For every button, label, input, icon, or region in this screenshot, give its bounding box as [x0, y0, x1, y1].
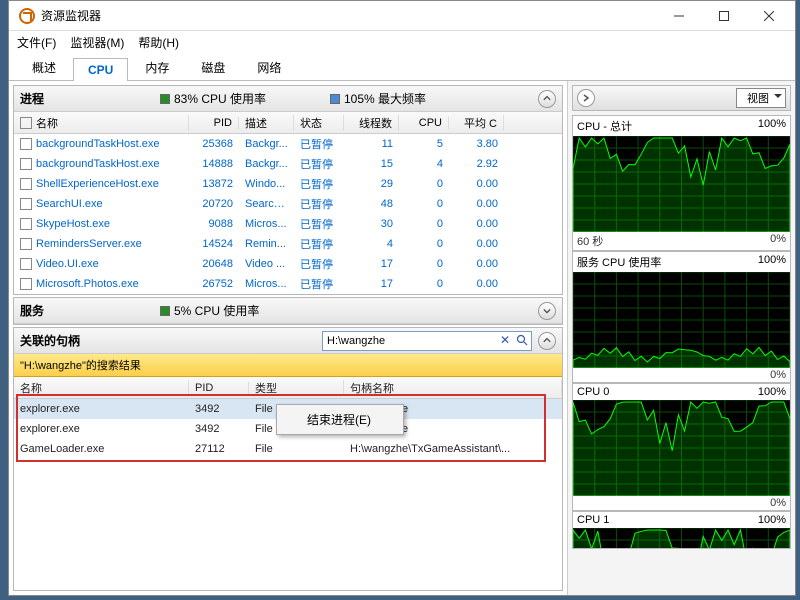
graph-title: CPU 1: [577, 514, 609, 526]
close-button[interactable]: [746, 2, 791, 30]
cpu-usage-icon: [160, 94, 170, 104]
graph-max: 100%: [758, 386, 786, 398]
search-results-bar: "H:\wangzhe"的搜索结果: [14, 354, 562, 377]
menu-help[interactable]: 帮助(H): [138, 34, 179, 51]
menu-monitor[interactable]: 监视器(M): [70, 34, 124, 51]
row-checkbox[interactable]: [20, 238, 32, 250]
col-desc[interactable]: 描述: [239, 115, 294, 131]
maximize-button[interactable]: [701, 2, 746, 30]
row-checkbox[interactable]: [20, 258, 32, 270]
max-freq-icon: [330, 94, 340, 104]
hcol-type[interactable]: 类型: [249, 380, 344, 396]
col-pid[interactable]: PID: [189, 117, 239, 129]
resource-monitor-window: 资源监视器 文件(F) 监视器(M) 帮助(H) 概述 CPU 内存 磁盘 网络…: [8, 0, 796, 596]
menu-end-process[interactable]: 结束进程(E): [279, 407, 401, 432]
graph-title: CPU 0: [577, 386, 609, 398]
cpu-graph: CPU 1 100%: [572, 511, 791, 549]
table-row[interactable]: ShellExperienceHost.exe 13872Windo...已暂停…: [14, 174, 562, 194]
processes-panel: 进程 83% CPU 使用率 105% 最大频率 名称 PID 描述 状态 线程…: [13, 85, 563, 295]
table-row[interactable]: Video.UI.exe 20648Video ...已暂停 1700.00: [14, 254, 562, 274]
graphs-column: 视图 CPU - 总计100% 60 秒0%服务 CPU 使用率100% 0%C…: [567, 81, 795, 595]
processes-header[interactable]: 进程 83% CPU 使用率 105% 最大频率: [14, 86, 562, 112]
graph-foot-right: 0%: [770, 369, 786, 381]
services-title: 服务: [20, 302, 160, 319]
hcol-name[interactable]: 名称: [14, 380, 189, 396]
col-status[interactable]: 状态: [294, 115, 344, 131]
table-row[interactable]: GameLoader.exe27112FileH:\wangzhe\TxGame…: [14, 439, 562, 459]
max-freq-label: 105% 最大频率: [344, 90, 426, 107]
handles-header[interactable]: 关联的句柄 ✕: [14, 328, 562, 354]
graph-max: 100%: [758, 118, 786, 134]
row-checkbox[interactable]: [20, 278, 32, 290]
graph-foot-right: 0%: [770, 497, 786, 509]
row-checkbox[interactable]: [20, 218, 32, 230]
tab-disk[interactable]: 磁盘: [186, 54, 240, 80]
row-checkbox[interactable]: [20, 138, 32, 150]
graphs-header: 视图: [572, 85, 791, 111]
table-row[interactable]: Microsoft.Photos.exe 26752Micros...已暂停 1…: [14, 274, 562, 294]
cpu-graph: CPU - 总计 100% 60 秒 0%: [572, 115, 791, 251]
col-avg[interactable]: 平均 C: [449, 115, 504, 131]
menu-file[interactable]: 文件(F): [17, 34, 56, 51]
table-row[interactable]: RemindersServer.exe 14524Remin...已暂停 400…: [14, 234, 562, 254]
tab-memory[interactable]: 内存: [130, 54, 184, 80]
table-row[interactable]: backgroundTaskHost.exe 25368Backgr...已暂停…: [14, 134, 562, 154]
minimize-button[interactable]: [656, 2, 701, 30]
table-row[interactable]: SkypeHost.exe 9088Micros...已暂停 3000.00: [14, 214, 562, 234]
col-name[interactable]: 名称: [36, 115, 58, 131]
cpu-usage-label: 83% CPU 使用率: [174, 90, 266, 107]
tab-network[interactable]: 网络: [242, 54, 296, 80]
tabbar: 概述 CPU 内存 磁盘 网络: [9, 53, 795, 81]
collapse-icon[interactable]: [538, 90, 556, 108]
view-dropdown[interactable]: 视图: [736, 88, 786, 108]
collapse-icon[interactable]: [538, 332, 556, 350]
services-panel: 服务 5% CPU 使用率: [13, 297, 563, 325]
play-icon[interactable]: [577, 89, 595, 107]
handles-panel: 关联的句柄 ✕ "H:\wangzhe"的搜索结果 名称 PID 类型: [13, 327, 563, 591]
tab-overview[interactable]: 概述: [17, 54, 71, 80]
table-row[interactable]: backgroundTaskHost.exe 14888Backgr...已暂停…: [14, 154, 562, 174]
graph-max: 100%: [758, 514, 786, 526]
graph-title: 服务 CPU 使用率: [577, 254, 661, 270]
processes-table: 名称 PID 描述 状态 线程数 CPU 平均 C backgroundTask…: [14, 112, 562, 294]
cpu-graph: 服务 CPU 使用率 100% 0%: [572, 251, 791, 383]
row-checkbox[interactable]: [20, 178, 32, 190]
graph-max: 100%: [758, 254, 786, 270]
svc-cpu-icon: [160, 306, 170, 316]
context-menu: 结束进程(E): [276, 404, 404, 435]
menubar: 文件(F) 监视器(M) 帮助(H): [9, 31, 795, 53]
svc-cpu-label: 5% CPU 使用率: [174, 302, 259, 319]
graph-foot-right: 0%: [770, 233, 786, 249]
table-row[interactable]: SearchUI.exe 20720Search...已暂停 4800.00: [14, 194, 562, 214]
clear-icon[interactable]: ✕: [500, 333, 510, 347]
checkbox-all[interactable]: [20, 117, 32, 129]
services-header[interactable]: 服务 5% CPU 使用率: [14, 298, 562, 324]
graph-foot-left: 60 秒: [577, 233, 603, 249]
row-checkbox[interactable]: [20, 158, 32, 170]
col-cpu[interactable]: CPU: [399, 117, 449, 129]
handles-search: ✕: [322, 331, 532, 351]
titlebar[interactable]: 资源监视器: [9, 1, 795, 31]
expand-icon[interactable]: [538, 302, 556, 320]
col-threads[interactable]: 线程数: [344, 115, 399, 131]
hcol-pid[interactable]: PID: [189, 382, 249, 394]
window-title: 资源监视器: [41, 7, 656, 24]
graph-title: CPU - 总计: [577, 118, 632, 134]
cpu-graph: CPU 0 100% 0%: [572, 383, 791, 511]
app-icon: [19, 8, 35, 24]
search-icon[interactable]: [516, 334, 528, 346]
processes-title: 进程: [20, 90, 160, 107]
tab-cpu[interactable]: CPU: [73, 58, 128, 81]
hcol-hname[interactable]: 句柄名称: [344, 380, 562, 396]
row-checkbox[interactable]: [20, 198, 32, 210]
handles-title: 关联的句柄: [20, 332, 160, 349]
